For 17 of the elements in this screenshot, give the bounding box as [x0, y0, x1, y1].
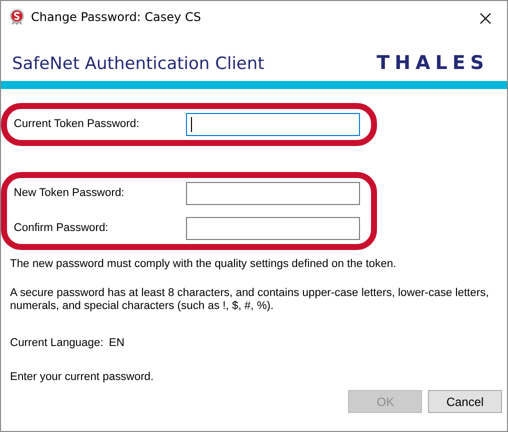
dialog-button[interactable]: Cancel	[428, 390, 502, 414]
window-title: Change Password: Casey CS	[31, 9, 202, 26]
status-text: Enter your current password.	[10, 370, 155, 386]
language-value: EN	[108, 336, 124, 351]
product-title: SafeNet Authentication Client	[12, 52, 264, 76]
field-label: New Token Password:	[12, 186, 124, 202]
password-field[interactable]	[186, 113, 360, 136]
message-text: A secure password has at least 8 characters, and contains upper-case letters, lower-case letters, numerals, and special characters (such as !, $, #, %).	[10, 286, 490, 313]
app-icon	[9, 8, 25, 26]
close-icon[interactable]	[480, 12, 490, 24]
password-field[interactable]	[186, 182, 360, 205]
password-field[interactable]	[186, 217, 360, 240]
brand-logo: THALES	[376, 50, 489, 76]
message-text: The new password must comply with the quality settings defined on the token.	[10, 258, 398, 271]
field-label: Confirm Password:	[12, 221, 108, 236]
field-label: Current Token Password:	[12, 117, 140, 132]
language-label: Current Language:	[10, 336, 104, 351]
